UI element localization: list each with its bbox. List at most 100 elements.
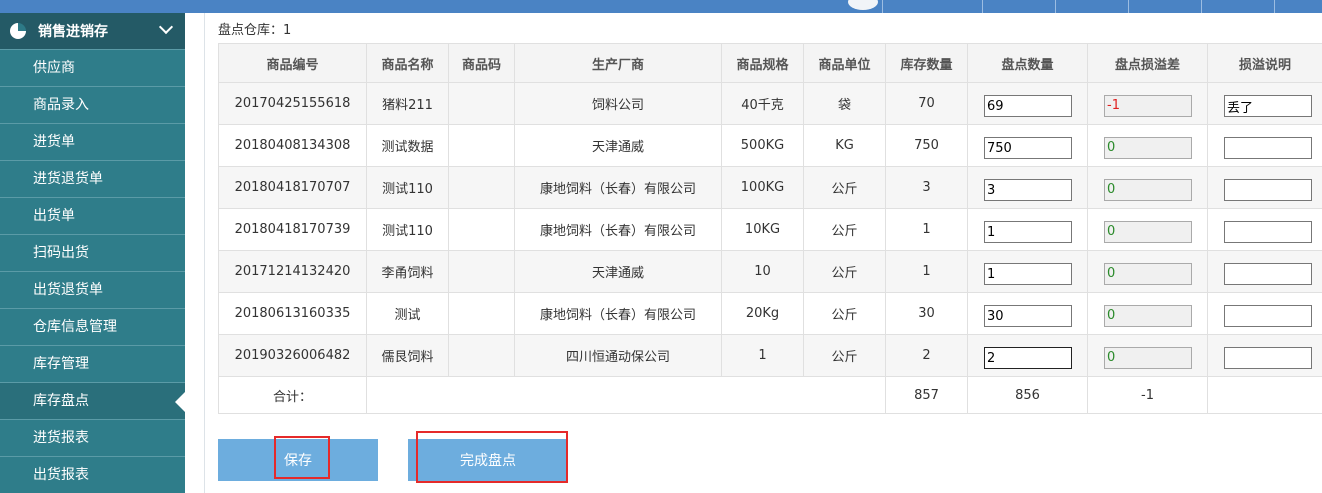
- sidebar-item[interactable]: 出货报表: [0, 456, 185, 493]
- sidebar-item[interactable]: 进货报表: [0, 419, 185, 456]
- cell-count: [967, 250, 1088, 293]
- cell-maker: 康地饲料（长春）有限公司: [514, 292, 722, 335]
- cell-unit: 袋: [803, 82, 886, 125]
- cell-maker: 四川恒通动保公司: [514, 334, 722, 377]
- cell-note: [1207, 208, 1322, 251]
- table-header: 商品编号 商品名称 商品码 生产厂商 商品规格 商品单位 库存数量 盘点数量 盘点损溢差 损溢说明: [218, 43, 1322, 83]
- sidebar-menu: 供应商 商品录入 进货单 进货退货单 出货单 扫码出货 出货退货单 仓库信息管理 库存管理 库存盘…: [0, 49, 185, 493]
- cell-diff: 0: [1087, 292, 1208, 335]
- count-input[interactable]: [984, 262, 1072, 285]
- cell-diff: 0: [1087, 250, 1208, 293]
- sidebar-item[interactable]: 库存管理: [0, 345, 185, 382]
- count-input[interactable]: [984, 94, 1072, 117]
- table-row: 20180418170707测试110 康地饲料（长春）有限公司100KG公斤3 0: [218, 166, 1322, 209]
- note-input[interactable]: [1224, 220, 1312, 243]
- column-header: 盘点损溢差: [1087, 43, 1208, 83]
- cell-count: [967, 208, 1088, 251]
- totals-stock: 857: [885, 376, 968, 414]
- finish-stocktake-button[interactable]: 完成盘点: [408, 439, 568, 481]
- sidebar-item[interactable]: 出货退货单: [0, 271, 185, 308]
- table-row: 20190326006482儒艮饲料 四川恒通动保公司1公斤2 0: [218, 334, 1322, 377]
- cell-note: [1207, 166, 1322, 209]
- sidebar-item[interactable]: 供应商: [0, 49, 185, 86]
- cell-barcode: [448, 166, 515, 209]
- diff-value: 0: [1104, 178, 1192, 201]
- column-header: 生产厂商: [514, 43, 722, 83]
- cell-diff: 0: [1087, 334, 1208, 377]
- sidebar-item[interactable]: 仓库信息管理: [0, 308, 185, 345]
- cell-note: [1207, 334, 1322, 377]
- cell-barcode: [448, 250, 515, 293]
- sidebar-item[interactable]: 进货单: [0, 123, 185, 160]
- cell-unit: 公斤: [803, 208, 886, 251]
- table-row: 20171214132420李甬饲料天津通威10公斤10: [218, 250, 1322, 293]
- column-header: 商品编号: [218, 43, 367, 83]
- sidebar-item[interactable]: 进货退货单: [0, 160, 185, 197]
- cell-spec: 40千克: [721, 82, 804, 125]
- cell-barcode: [448, 292, 515, 335]
- cell-diff: 0: [1087, 166, 1208, 209]
- cell-note: [1207, 124, 1322, 167]
- cell-name: 李甬饲料: [366, 250, 449, 293]
- sidebar-item[interactable]: 商品录入: [0, 86, 185, 123]
- cell-name: 测试数据: [366, 124, 449, 167]
- top-tab[interactable]: [1274, 0, 1322, 13]
- cell-maker: 饲料公司: [514, 82, 722, 125]
- table-row: 20180408134308测试数据 天津通威500KGKG750 0: [218, 124, 1322, 167]
- cell-stock: 3: [885, 166, 968, 209]
- sidebar-header[interactable]: 销售进销存: [0, 13, 185, 49]
- top-tab[interactable]: [1128, 0, 1202, 13]
- cell-maker: 康地饲料（长春）有限公司: [514, 208, 722, 251]
- cell-count: [967, 166, 1088, 209]
- warehouse-label: 盘点仓库：1: [218, 23, 292, 38]
- chat-bubble-icon[interactable]: [848, 0, 878, 10]
- top-tab[interactable]: [1201, 0, 1275, 13]
- note-input[interactable]: [1224, 94, 1312, 117]
- note-input[interactable]: [1224, 136, 1312, 159]
- cell-count: [967, 124, 1088, 167]
- count-input[interactable]: [984, 346, 1072, 369]
- count-input[interactable]: [984, 304, 1072, 327]
- note-input[interactable]: [1224, 178, 1312, 201]
- cell-note: [1207, 250, 1322, 293]
- cell-count: [967, 82, 1088, 125]
- count-input[interactable]: [984, 136, 1072, 159]
- pie-chart-icon: [10, 23, 26, 39]
- count-input[interactable]: [984, 178, 1072, 201]
- cell-code: 20180418170739: [218, 208, 367, 251]
- note-input[interactable]: [1224, 346, 1312, 369]
- totals-diff: -1: [1087, 376, 1208, 414]
- save-button[interactable]: 保存: [218, 439, 378, 481]
- diff-value: 0: [1104, 346, 1192, 369]
- count-input[interactable]: [984, 220, 1072, 243]
- sidebar-title: 销售进销存: [38, 24, 108, 40]
- cell-spec: 1: [721, 334, 804, 377]
- cell-code: 20170425155618: [218, 82, 367, 125]
- note-input[interactable]: [1224, 262, 1312, 285]
- sidebar-item[interactable]: 扫码出货: [0, 234, 185, 271]
- table-row: 20180418170739测试110 康地饲料（长春）有限公司10KG公斤1 0: [218, 208, 1322, 251]
- sidebar: 销售进销存 供应商 商品录入 进货单 进货退货单 出货单 扫码出货 出货退货单 仓库信息管理库…: [0, 13, 185, 493]
- column-header: 商品规格: [721, 43, 804, 83]
- table-row: 20180613160335测试 康地饲料（长春）有限公司20Kg公斤30 0: [218, 292, 1322, 335]
- chevron-down-icon[interactable]: [158, 19, 174, 35]
- totals-label: 合计：: [218, 376, 367, 414]
- top-tab[interactable]: [1055, 0, 1129, 13]
- note-input[interactable]: [1224, 304, 1312, 327]
- cell-stock: 70: [885, 82, 968, 125]
- cell-spec: 10: [721, 250, 804, 293]
- sidebar-item[interactable]: 出货单: [0, 197, 185, 234]
- cell-unit: 公斤: [803, 250, 886, 293]
- cell-maker: 天津通威: [514, 250, 722, 293]
- column-header: 库存数量: [885, 43, 968, 83]
- cell-spec: 100KG: [721, 166, 804, 209]
- cell-barcode: [448, 208, 515, 251]
- top-tab[interactable]: [982, 0, 1056, 13]
- cell-code: 20171214132420: [218, 250, 367, 293]
- sidebar-item[interactable]: 库存盘点: [0, 382, 185, 419]
- cell-name: 测试110: [366, 208, 449, 251]
- cell-barcode: [448, 124, 515, 167]
- column-header: 商品码: [448, 43, 515, 83]
- top-tab[interactable]: [882, 0, 983, 13]
- cell-note: [1207, 82, 1322, 125]
